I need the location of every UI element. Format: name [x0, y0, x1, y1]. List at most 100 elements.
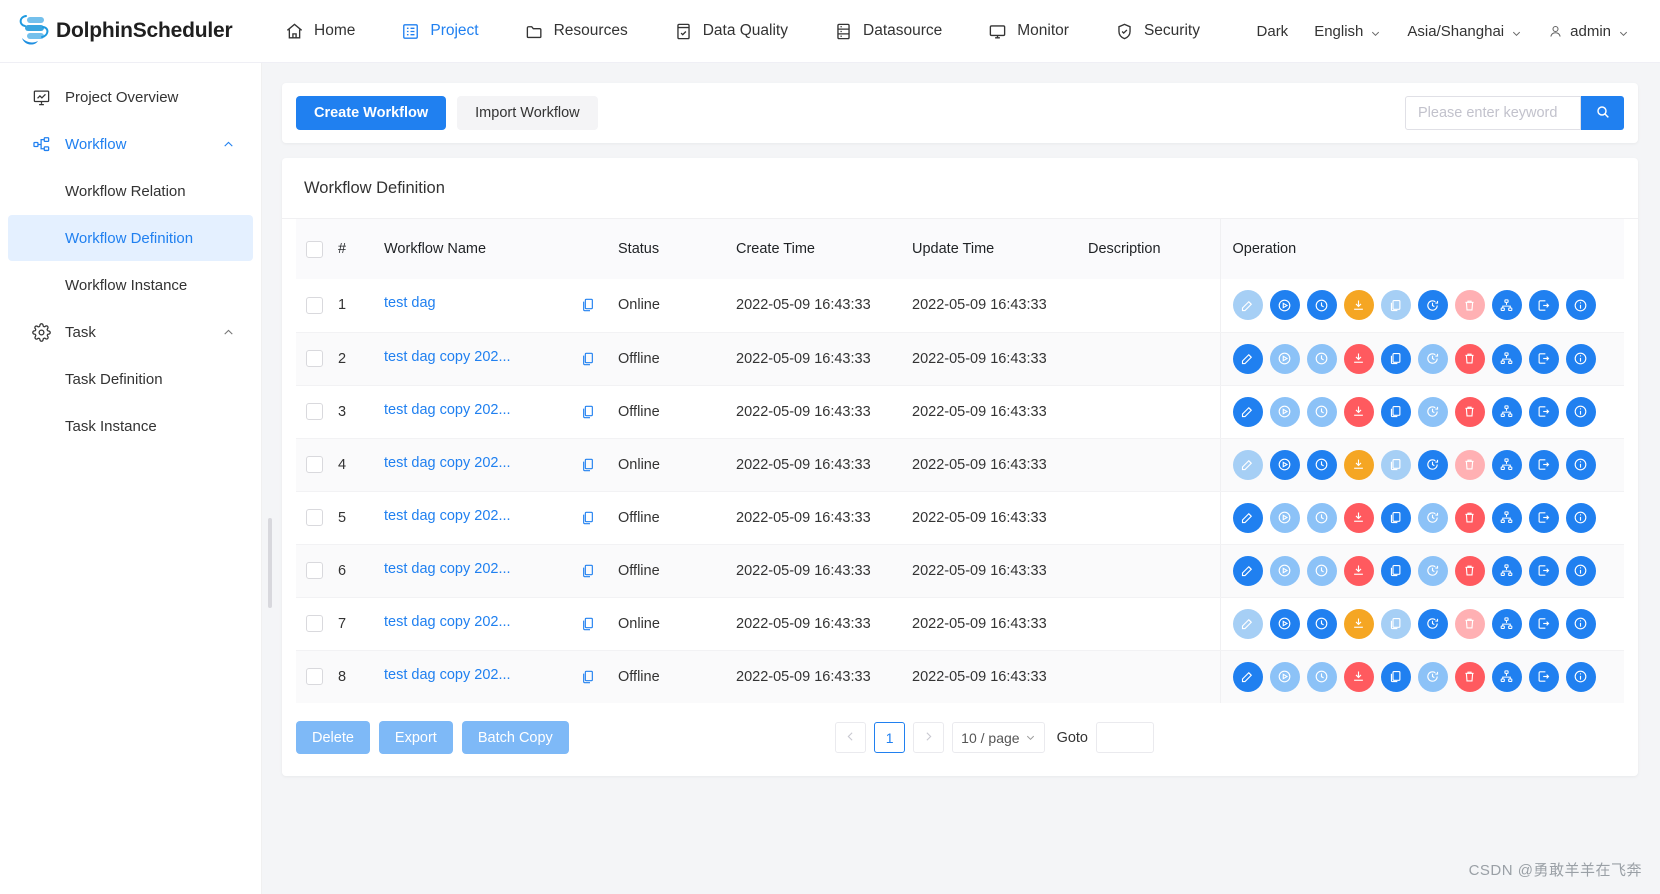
op-timing-button[interactable]	[1306, 661, 1337, 692]
op-edit-button[interactable]	[1232, 290, 1263, 321]
op-delete-button[interactable]	[1454, 343, 1485, 374]
op-up-down-line-button[interactable]	[1343, 343, 1374, 374]
op-delete-button[interactable]	[1454, 661, 1485, 692]
op-up-down-line-button[interactable]	[1343, 396, 1374, 427]
op-export-button[interactable]	[1528, 555, 1559, 586]
batch-copy-button[interactable]: Batch Copy	[461, 721, 569, 754]
op-edit-button[interactable]	[1232, 343, 1263, 374]
op-delete-button[interactable]	[1454, 502, 1485, 533]
sidebar-item-workflow-instance[interactable]: Workflow Instance	[8, 262, 253, 308]
op-edit-button[interactable]	[1232, 502, 1263, 533]
sidebar-item-project-overview[interactable]: Project Overview	[8, 74, 253, 120]
copy-name-icon[interactable]	[580, 563, 596, 579]
row-checkbox[interactable]	[306, 668, 323, 686]
row-checkbox[interactable]	[306, 456, 323, 473]
row-checkbox[interactable]	[306, 562, 323, 579]
op-up-down-line-button[interactable]	[1343, 502, 1374, 533]
sidebar-item-workflow-relation[interactable]: Workflow Relation	[8, 168, 253, 214]
timezone-selector[interactable]: Asia/Shanghai	[1394, 23, 1535, 40]
page-size-selector[interactable]: 10 / page	[952, 722, 1045, 753]
op-up-down-line-button[interactable]	[1343, 290, 1374, 321]
workflow-name-link[interactable]: test dag copy 202...	[384, 667, 511, 683]
op-edit-button[interactable]	[1232, 608, 1263, 639]
row-checkbox[interactable]	[306, 403, 323, 420]
sidebar-item-task[interactable]: Task	[8, 309, 253, 355]
op-version-info-button[interactable]	[1565, 661, 1596, 692]
op-tree-view-button[interactable]	[1491, 661, 1522, 692]
op-delete-button[interactable]	[1454, 449, 1485, 480]
row-checkbox[interactable]	[306, 615, 323, 632]
op-edit-button[interactable]	[1232, 555, 1263, 586]
op-timing-button[interactable]	[1306, 396, 1337, 427]
op-cron-manage-button[interactable]	[1417, 396, 1448, 427]
copy-name-icon[interactable]	[580, 404, 596, 420]
op-start-button[interactable]	[1269, 396, 1300, 427]
op-copy-button[interactable]	[1380, 290, 1411, 321]
nav-item-project[interactable]: Project	[378, 0, 501, 63]
op-cron-manage-button[interactable]	[1417, 290, 1448, 321]
op-cron-manage-button[interactable]	[1417, 449, 1448, 480]
nav-item-security[interactable]: Security	[1092, 0, 1223, 63]
op-start-button[interactable]	[1269, 502, 1300, 533]
delete-button[interactable]: Delete	[296, 721, 370, 754]
workflow-name-link[interactable]: test dag	[384, 295, 436, 311]
user-menu[interactable]: admin	[1535, 23, 1642, 40]
op-cron-manage-button[interactable]	[1417, 555, 1448, 586]
op-tree-view-button[interactable]	[1491, 290, 1522, 321]
op-cron-manage-button[interactable]	[1417, 502, 1448, 533]
op-export-button[interactable]	[1528, 343, 1559, 374]
row-checkbox[interactable]	[306, 509, 323, 526]
op-copy-button[interactable]	[1380, 661, 1411, 692]
workflow-name-link[interactable]: test dag copy 202...	[384, 402, 511, 418]
create-workflow-button[interactable]: Create Workflow	[296, 96, 447, 130]
op-start-button[interactable]	[1269, 661, 1300, 692]
op-up-down-line-button[interactable]	[1343, 555, 1374, 586]
op-delete-button[interactable]	[1454, 555, 1485, 586]
pagination-next-button[interactable]	[913, 722, 945, 753]
import-workflow-button[interactable]: Import Workflow	[457, 96, 598, 130]
op-copy-button[interactable]	[1380, 449, 1411, 480]
op-up-down-line-button[interactable]	[1343, 661, 1374, 692]
op-version-info-button[interactable]	[1565, 290, 1596, 321]
op-version-info-button[interactable]	[1565, 502, 1596, 533]
row-checkbox[interactable]	[306, 350, 323, 367]
copy-name-icon[interactable]	[580, 351, 596, 367]
nav-item-monitor[interactable]: Monitor	[965, 0, 1092, 63]
op-start-button[interactable]	[1269, 555, 1300, 586]
workflow-name-link[interactable]: test dag copy 202...	[384, 561, 511, 577]
sidebar-item-workflow[interactable]: Workflow	[8, 121, 253, 167]
pagination-page-1[interactable]: 1	[874, 722, 906, 753]
goto-input[interactable]	[1096, 722, 1154, 753]
copy-name-icon[interactable]	[580, 510, 596, 526]
copy-name-icon[interactable]	[580, 457, 596, 473]
op-tree-view-button[interactable]	[1491, 555, 1522, 586]
op-copy-button[interactable]	[1380, 608, 1411, 639]
op-version-info-button[interactable]	[1565, 608, 1596, 639]
op-timing-button[interactable]	[1306, 555, 1337, 586]
theme-toggle[interactable]: Dark	[1244, 23, 1302, 40]
pagination-prev-button[interactable]	[835, 722, 867, 753]
op-start-button[interactable]	[1269, 343, 1300, 374]
op-edit-button[interactable]	[1232, 661, 1263, 692]
op-cron-manage-button[interactable]	[1417, 608, 1448, 639]
export-button[interactable]: Export	[378, 721, 453, 754]
row-checkbox[interactable]	[306, 296, 323, 314]
op-up-down-line-button[interactable]	[1343, 608, 1374, 639]
op-tree-view-button[interactable]	[1491, 449, 1522, 480]
sidebar-item-workflow-definition[interactable]: Workflow Definition	[8, 215, 253, 261]
sidebar-scrollbar[interactable]	[268, 518, 272, 608]
op-export-button[interactable]	[1528, 502, 1559, 533]
op-export-button[interactable]	[1528, 608, 1559, 639]
sidebar-item-task-instance[interactable]: Task Instance	[8, 403, 253, 449]
op-export-button[interactable]	[1528, 661, 1559, 692]
op-tree-view-button[interactable]	[1491, 502, 1522, 533]
op-cron-manage-button[interactable]	[1417, 661, 1448, 692]
workflow-name-link[interactable]: test dag copy 202...	[384, 614, 511, 630]
op-tree-view-button[interactable]	[1491, 608, 1522, 639]
op-copy-button[interactable]	[1380, 502, 1411, 533]
op-version-info-button[interactable]	[1565, 396, 1596, 427]
op-timing-button[interactable]	[1306, 343, 1337, 374]
op-timing-button[interactable]	[1306, 502, 1337, 533]
brand[interactable]: DolphinScheduler	[0, 11, 262, 51]
op-edit-button[interactable]	[1232, 396, 1263, 427]
